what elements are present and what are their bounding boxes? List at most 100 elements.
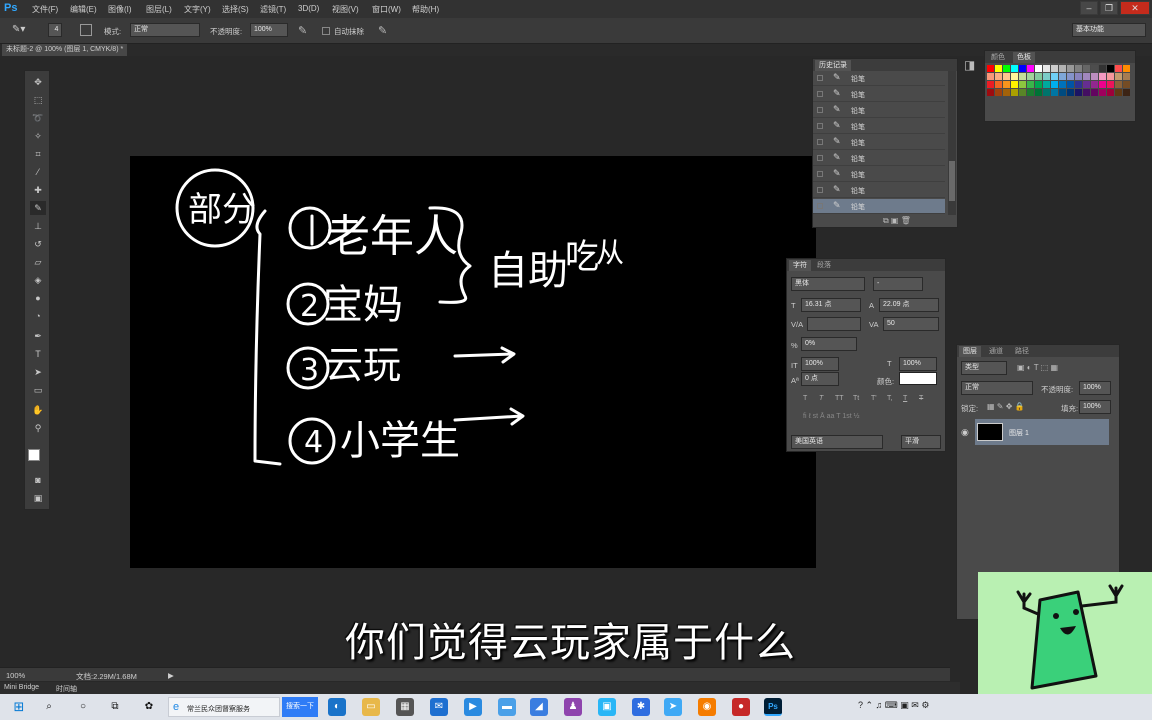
color-swatch[interactable]: [1051, 81, 1058, 88]
history-scrollbar[interactable]: [948, 71, 956, 215]
zoom-level[interactable]: 100%: [6, 671, 25, 680]
photoshop-task-icon[interactable]: Ps: [764, 698, 782, 716]
menu-3d[interactable]: 3D(D): [298, 4, 319, 13]
paint-bucket-icon[interactable]: ◈: [30, 273, 46, 287]
color-swatch[interactable]: [1083, 89, 1090, 96]
color-swatch[interactable]: [1003, 89, 1010, 96]
color-swatch[interactable]: [1059, 81, 1066, 88]
menu-window[interactable]: 窗口(W): [372, 4, 401, 15]
color-swatch[interactable]: [1091, 89, 1098, 96]
color-swatch[interactable]: [1107, 89, 1114, 96]
bilibili-icon[interactable]: ▣: [598, 698, 616, 716]
hand-tool-icon[interactable]: ✋: [30, 403, 46, 417]
history-item[interactable]: ✎ 铅笔: [813, 103, 945, 118]
history-footer-icons[interactable]: ⧉ ▣ 🗑: [883, 216, 911, 226]
pinwheel-app-icon[interactable]: ✿: [140, 698, 158, 716]
menu-view[interactable]: 视图(V): [332, 4, 359, 15]
color-swatch[interactable]: [1027, 89, 1034, 96]
color-swatch[interactable]: [995, 81, 1002, 88]
lasso-tool-icon[interactable]: ➰: [30, 111, 46, 125]
color-swatch[interactable]: [987, 65, 994, 72]
color-swatch[interactable]: [1027, 65, 1034, 72]
color-swatch[interactable]: [1067, 81, 1074, 88]
path-select-icon[interactable]: ➤: [30, 365, 46, 379]
auto-erase-checkbox[interactable]: [322, 27, 330, 35]
color-swatch[interactable]: [1051, 65, 1058, 72]
faux-bold-button[interactable]: T: [803, 395, 807, 402]
color-swatch[interactable]: [1035, 65, 1042, 72]
color-swatch[interactable]: [1051, 73, 1058, 80]
anti-alias-select[interactable]: 平滑: [901, 435, 941, 449]
menu-select[interactable]: 选择(S): [222, 4, 249, 15]
brush-size-field[interactable]: 4: [48, 23, 62, 37]
color-swatch[interactable]: [1099, 73, 1106, 80]
color-swatch[interactable]: [1027, 73, 1034, 80]
edge-icon[interactable]: ◐: [328, 698, 346, 716]
color-swatch[interactable]: [1043, 89, 1050, 96]
history-item[interactable]: ✎ 铅笔: [813, 151, 945, 166]
strikethrough-button[interactable]: T: [919, 395, 923, 402]
color-swatch[interactable]: [1059, 65, 1066, 72]
marquee-tool-icon[interactable]: ⬚: [30, 93, 46, 107]
color-swatch[interactable]: [1083, 73, 1090, 80]
layer-opacity-field[interactable]: 100%: [1079, 381, 1111, 395]
tab-channels[interactable]: 通道: [985, 346, 1007, 357]
color-swatch[interactable]: [1091, 73, 1098, 80]
menu-filter[interactable]: 滤镜(T): [260, 4, 286, 15]
baidu-icon[interactable]: ✱: [632, 698, 650, 716]
document-tab[interactable]: 未标题-2 @ 100% (图层 1, CMYK/8) *: [2, 44, 128, 56]
underline-button[interactable]: T: [903, 395, 907, 402]
paper-plane-icon[interactable]: ➤: [664, 698, 682, 716]
color-swatch[interactable]: [1083, 65, 1090, 72]
subscript-button[interactable]: T,: [887, 395, 892, 402]
screen-mode-icon[interactable]: ▣: [30, 491, 46, 505]
search-button[interactable]: 搜索一下: [282, 697, 318, 717]
color-swatch[interactable]: [1011, 81, 1018, 88]
color-swatch[interactable]: [1107, 73, 1114, 80]
baseline-shift-field[interactable]: 0 点: [801, 372, 839, 386]
shape-tool-icon[interactable]: ▭: [30, 383, 46, 397]
dodge-tool-icon[interactable]: ◔: [30, 309, 46, 323]
color-swatch[interactable]: [1019, 89, 1026, 96]
tab-history[interactable]: 历史记录: [815, 60, 851, 71]
history-item[interactable]: ✎ 铅笔: [813, 71, 945, 86]
language-select[interactable]: 美国英语: [791, 435, 883, 449]
color-swatch[interactable]: [1099, 65, 1106, 72]
color-swatch[interactable]: [1011, 65, 1018, 72]
tsume-field[interactable]: 0%: [801, 337, 857, 351]
tab-timeline[interactable]: 时间轴: [56, 684, 77, 694]
mode-select[interactable]: 正常: [130, 23, 200, 37]
color-swatch[interactable]: [1083, 81, 1090, 88]
color-swatch[interactable]: [1043, 81, 1050, 88]
color-swatch[interactable]: [1043, 65, 1050, 72]
text-color-swatch[interactable]: [899, 372, 937, 385]
blend-mode-select[interactable]: 正常: [961, 381, 1033, 395]
color-swatch[interactable]: [1107, 65, 1114, 72]
history-item[interactable]: ✎ 铅笔: [813, 119, 945, 134]
firefox-icon[interactable]: ◉: [698, 698, 716, 716]
color-swatch[interactable]: [1075, 81, 1082, 88]
task-view-icon[interactable]: ⧉: [106, 698, 124, 716]
lock-icons[interactable]: ▦ ✎ ✥ 🔒: [987, 402, 1025, 411]
layer-row[interactable]: 图层 1: [975, 419, 1109, 445]
color-swatch[interactable]: [1091, 65, 1098, 72]
desktop-icon[interactable]: ▬: [498, 698, 516, 716]
small-caps-button[interactable]: Tt: [853, 395, 859, 402]
color-swatch[interactable]: [1107, 81, 1114, 88]
close-button[interactable]: ✕: [1120, 1, 1150, 15]
color-swatch[interactable]: [987, 81, 994, 88]
foreground-color-swatch[interactable]: [28, 449, 40, 461]
swatch-grid[interactable]: [987, 65, 1137, 123]
color-swatch[interactable]: [1075, 89, 1082, 96]
color-swatch[interactable]: [1043, 73, 1050, 80]
color-swatch[interactable]: [1099, 89, 1106, 96]
pressure-opacity-icon[interactable]: ✎: [298, 24, 307, 37]
opentype-buttons[interactable]: fi ℓ st Ā aa T 1st ½: [803, 413, 943, 423]
move-tool-icon[interactable]: ✥: [30, 75, 46, 89]
menu-layer[interactable]: 图层(L): [146, 4, 172, 15]
color-swatch[interactable]: [1099, 81, 1106, 88]
document-canvas[interactable]: 部分 老年人 2 宝妈 3 云玩 4 小学生 自助 吃 从: [130, 156, 816, 568]
file-explorer-icon[interactable]: ▭: [362, 698, 380, 716]
color-swatch[interactable]: [1067, 65, 1074, 72]
magic-wand-icon[interactable]: ✧: [30, 129, 46, 143]
